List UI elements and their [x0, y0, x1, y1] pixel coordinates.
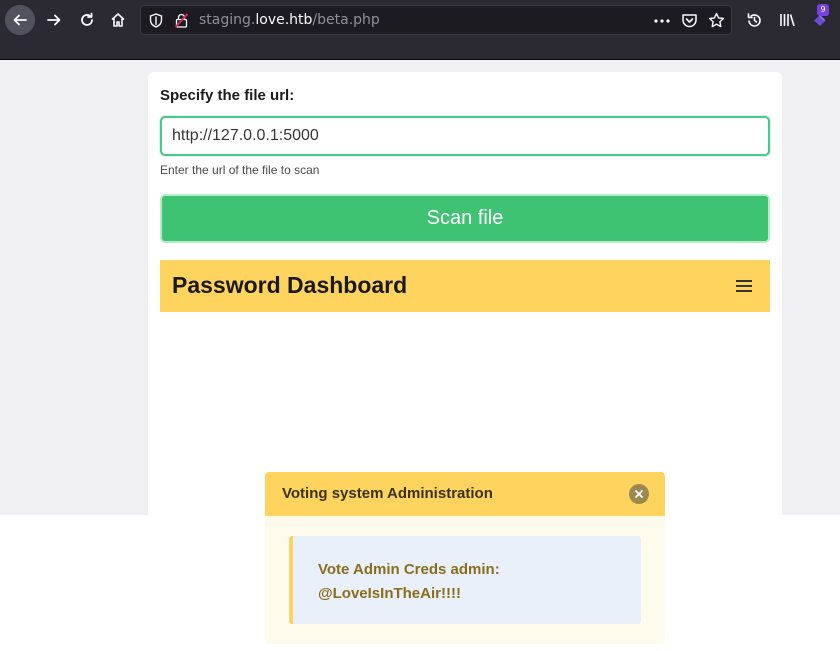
- dashboard-title: Password Dashboard: [172, 272, 408, 298]
- browser-toolbar: staging.love.htb/beta.php 9: [0, 0, 840, 40]
- dashboard-navbar: Password Dashboard: [160, 260, 770, 312]
- file-url-input[interactable]: [160, 116, 770, 156]
- file-url-help: Enter the url of the file to scan: [160, 163, 320, 177]
- notification-panel: Voting system Administration Vote Admin …: [265, 472, 665, 644]
- notification-header: Voting system Administration: [265, 472, 665, 516]
- more-dots-icon[interactable]: [654, 19, 670, 23]
- reload-icon: [81, 12, 93, 26]
- home-icon: [111, 13, 125, 27]
- address-bar[interactable]: staging.love.htb/beta.php: [140, 5, 732, 35]
- close-icon[interactable]: [629, 484, 649, 504]
- home-button[interactable]: [103, 5, 133, 35]
- reload-button[interactable]: [72, 5, 102, 35]
- forward-arrow-icon: [47, 14, 61, 26]
- bookmark-star-icon[interactable]: [708, 12, 725, 29]
- notification-title: Voting system Administration: [282, 485, 493, 502]
- history-button[interactable]: [739, 5, 769, 35]
- toolbar-spacer: [0, 40, 840, 60]
- file-url-label: Specify the file url:: [160, 87, 295, 104]
- url-path: /beta.php: [312, 12, 380, 28]
- back-button[interactable]: [5, 5, 35, 35]
- url-text[interactable]: staging.love.htb/beta.php: [199, 12, 380, 28]
- scan-file-button[interactable]: Scan file: [160, 194, 770, 243]
- library-icon: [779, 14, 795, 27]
- library-button[interactable]: [772, 5, 802, 35]
- url-prefix: staging.: [199, 12, 256, 28]
- back-arrow-icon: [13, 14, 27, 26]
- notification-message: Vote Admin Creds admin: @LoveIsInTheAir!…: [318, 561, 500, 602]
- url-host: love.htb: [255, 12, 313, 28]
- pocket-icon[interactable]: [681, 12, 698, 29]
- shield-icon[interactable]: [149, 13, 163, 28]
- notification-message-box: Vote Admin Creds admin: @LoveIsInTheAir!…: [289, 536, 641, 624]
- extensions-badge: 9: [817, 4, 829, 16]
- insecure-lock-icon[interactable]: [174, 13, 189, 28]
- history-icon: [747, 12, 761, 27]
- hamburger-menu-icon[interactable]: [736, 279, 752, 293]
- forward-button[interactable]: [39, 5, 69, 35]
